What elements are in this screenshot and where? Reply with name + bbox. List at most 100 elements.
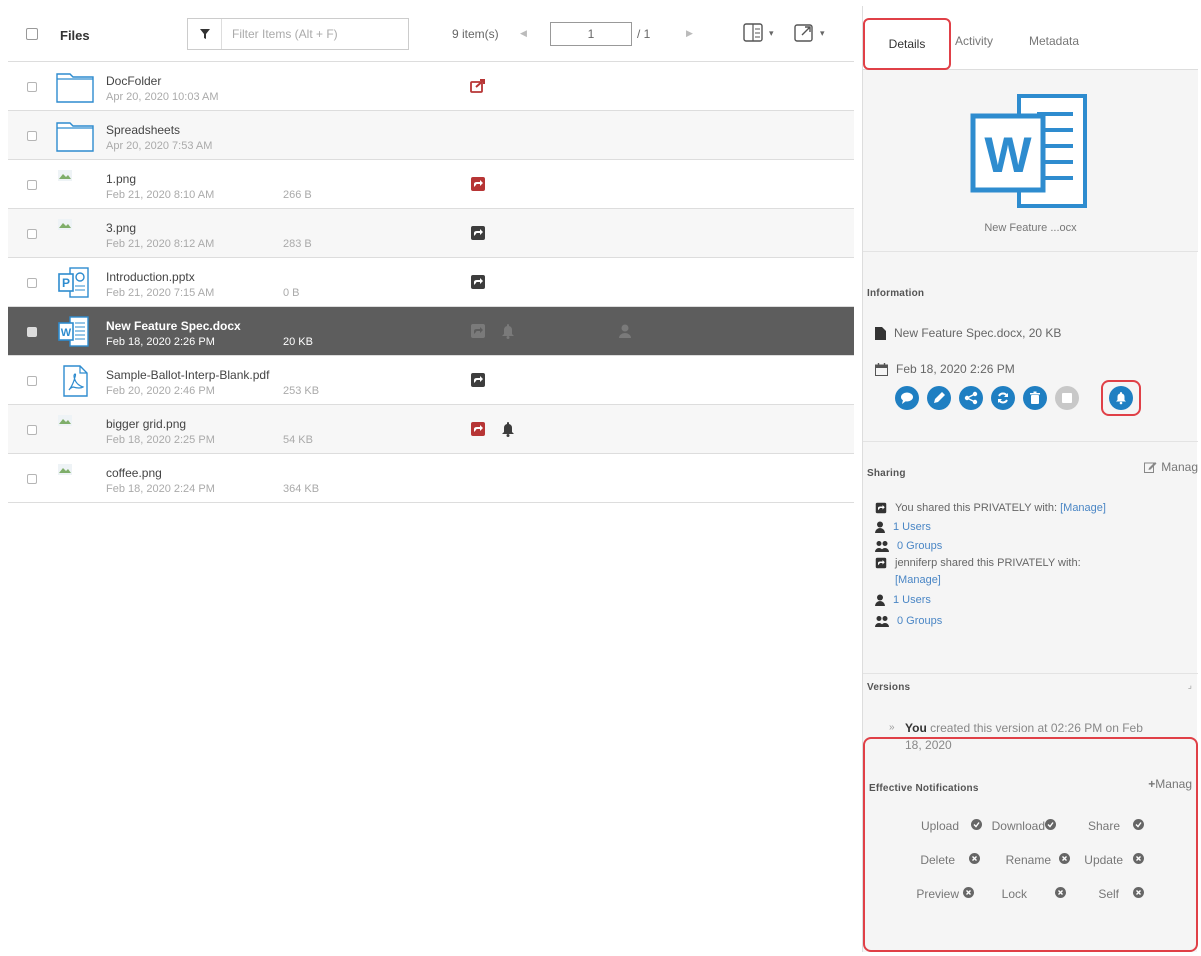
- filter-input[interactable]: [222, 19, 408, 49]
- columns-icon: [743, 23, 763, 42]
- groups-link[interactable]: 0 Groups: [897, 540, 942, 552]
- file-name[interactable]: bigger grid.png: [106, 417, 186, 431]
- file-name[interactable]: New Feature Spec.docx: [106, 319, 241, 333]
- row-checkbox[interactable]: [27, 131, 37, 141]
- view-mode-button[interactable]: ▾: [743, 23, 774, 43]
- lock-button[interactable]: [1055, 386, 1079, 410]
- users-link[interactable]: 1 Users: [893, 594, 931, 606]
- file-date: Feb 20, 2020 2:46 PM: [106, 385, 215, 397]
- page-number-input[interactable]: [550, 22, 632, 46]
- edit-button[interactable]: [927, 386, 951, 410]
- sharing-manage-link[interactable]: Manag: [1144, 460, 1198, 474]
- shared-out-icon[interactable]: [470, 78, 486, 94]
- group-icon: [875, 616, 889, 627]
- broken-image-icon: [58, 219, 72, 230]
- file-name[interactable]: DocFolder: [106, 74, 161, 88]
- file-row[interactable]: Sample-Ballot-Interp-Blank.pdf Feb 20, 2…: [8, 356, 854, 405]
- file-name[interactable]: 3.png: [106, 221, 136, 235]
- file-row[interactable]: DocFolder Apr 20, 2020 10:03 AM: [8, 62, 854, 111]
- select-all-checkbox[interactable]: [26, 28, 38, 40]
- notifications-title: Effective Notifications: [869, 783, 979, 794]
- broken-image-icon: [58, 170, 72, 181]
- powerpoint-icon: P: [58, 267, 89, 298]
- version-line1: created this version at 02:26 PM on Feb: [930, 721, 1143, 735]
- comment-button[interactable]: [895, 386, 919, 410]
- tab-activity[interactable]: Activity: [955, 34, 993, 48]
- pencil-icon: [934, 392, 945, 403]
- file-name[interactable]: Sample-Ballot-Interp-Blank.pdf: [106, 368, 269, 382]
- user-icon[interactable]: [618, 323, 632, 339]
- chevron-right-icon[interactable]: »: [889, 722, 895, 733]
- files-column-header[interactable]: Files: [60, 28, 90, 43]
- shared-icon[interactable]: [470, 323, 486, 339]
- file-date: Apr 20, 2020 10:03 AM: [106, 91, 219, 103]
- x-circle-icon: [1133, 887, 1144, 898]
- calendar-icon: [875, 362, 888, 376]
- upload-label: Upload: [920, 819, 959, 833]
- file-row[interactable]: bigger grid.png Feb 18, 2020 2:25 PM 54 …: [8, 405, 854, 454]
- users-link[interactable]: 1 Users: [893, 521, 931, 533]
- file-date: Apr 20, 2020 7:53 AM: [106, 140, 213, 152]
- details-panel: Details Activity Metadata W New Feature …: [862, 6, 1198, 952]
- row-checkbox[interactable]: [27, 376, 37, 386]
- row-checkbox[interactable]: [27, 180, 37, 190]
- self-label: Self: [1098, 887, 1119, 901]
- file-name[interactable]: Spreadsheets: [106, 123, 180, 137]
- delete-button[interactable]: [1023, 386, 1047, 410]
- date-info-line: Feb 18, 2020 2:26 PM: [875, 362, 1015, 376]
- tab-metadata[interactable]: Metadata: [1029, 34, 1079, 48]
- file-row[interactable]: 3.png Feb 21, 2020 8:12 AM 283 B: [8, 209, 854, 258]
- date-info-text: Feb 18, 2020 2:26 PM: [896, 362, 1015, 376]
- version-author: You: [905, 721, 927, 735]
- shared-icon[interactable]: [470, 176, 486, 192]
- filter-icon[interactable]: [188, 19, 222, 49]
- word-document-icon: W: [970, 94, 1087, 208]
- collapse-icon[interactable]: ⌟: [1188, 680, 1192, 691]
- sync-button[interactable]: [991, 386, 1015, 410]
- file-row-selected[interactable]: W New Feature Spec.docx Feb 18, 2020 2:2…: [8, 307, 854, 356]
- svg-text:W: W: [984, 127, 1032, 183]
- svg-text:W: W: [61, 327, 72, 339]
- shared-icon[interactable]: [470, 372, 486, 388]
- shared-icon[interactable]: [470, 274, 486, 290]
- next-page-icon[interactable]: ▶: [686, 28, 693, 39]
- groups-link[interactable]: 0 Groups: [897, 615, 942, 627]
- file-name[interactable]: 1.png: [106, 172, 136, 186]
- share-label: Share: [1087, 819, 1120, 833]
- bell-icon[interactable]: [501, 323, 515, 339]
- file-row[interactable]: Spreadsheets Apr 20, 2020 7:53 AM: [8, 111, 854, 160]
- row-checkbox-checked[interactable]: [27, 327, 37, 337]
- row-checkbox[interactable]: [27, 278, 37, 288]
- preview-label: Preview: [916, 887, 959, 901]
- tab-details[interactable]: Details: [863, 18, 951, 70]
- export-button[interactable]: ▾: [794, 23, 825, 43]
- row-checkbox[interactable]: [27, 474, 37, 484]
- manage-link[interactable]: [Manage]: [895, 574, 941, 586]
- row-checkbox[interactable]: [27, 82, 37, 92]
- file-size: 54 KB: [283, 434, 313, 446]
- file-name[interactable]: Introduction.pptx: [106, 270, 195, 284]
- notify-button[interactable]: [1109, 386, 1133, 410]
- file-row[interactable]: P Introduction.pptx Feb 21, 2020 7:15 AM…: [8, 258, 854, 307]
- bell-icon[interactable]: [501, 421, 515, 437]
- file-info-text: New Feature Spec.docx, 20 KB: [894, 326, 1062, 340]
- shared-icon[interactable]: [470, 225, 486, 241]
- file-name[interactable]: coffee.png: [106, 466, 162, 480]
- file-size: 0 B: [283, 287, 300, 299]
- manage-link[interactable]: [Manage]: [1060, 502, 1106, 514]
- information-title: Information: [867, 288, 925, 299]
- comment-icon: [901, 392, 913, 404]
- notifications-manage-link[interactable]: +Manag: [1148, 777, 1192, 791]
- previous-page-icon[interactable]: ◀: [520, 28, 527, 39]
- file-row[interactable]: coffee.png Feb 18, 2020 2:24 PM 364 KB: [8, 454, 854, 503]
- file-row[interactable]: 1.png Feb 21, 2020 8:10 AM 266 B: [8, 160, 854, 209]
- page-total: / 1: [637, 27, 651, 41]
- bell-icon: [1116, 392, 1126, 405]
- users-line: 1 Users: [875, 594, 931, 606]
- file-size: 283 B: [283, 238, 312, 250]
- sharing-title: Sharing: [867, 468, 906, 479]
- share-button[interactable]: [959, 386, 983, 410]
- row-checkbox[interactable]: [27, 229, 37, 239]
- row-checkbox[interactable]: [27, 425, 37, 435]
- shared-icon[interactable]: [470, 421, 486, 437]
